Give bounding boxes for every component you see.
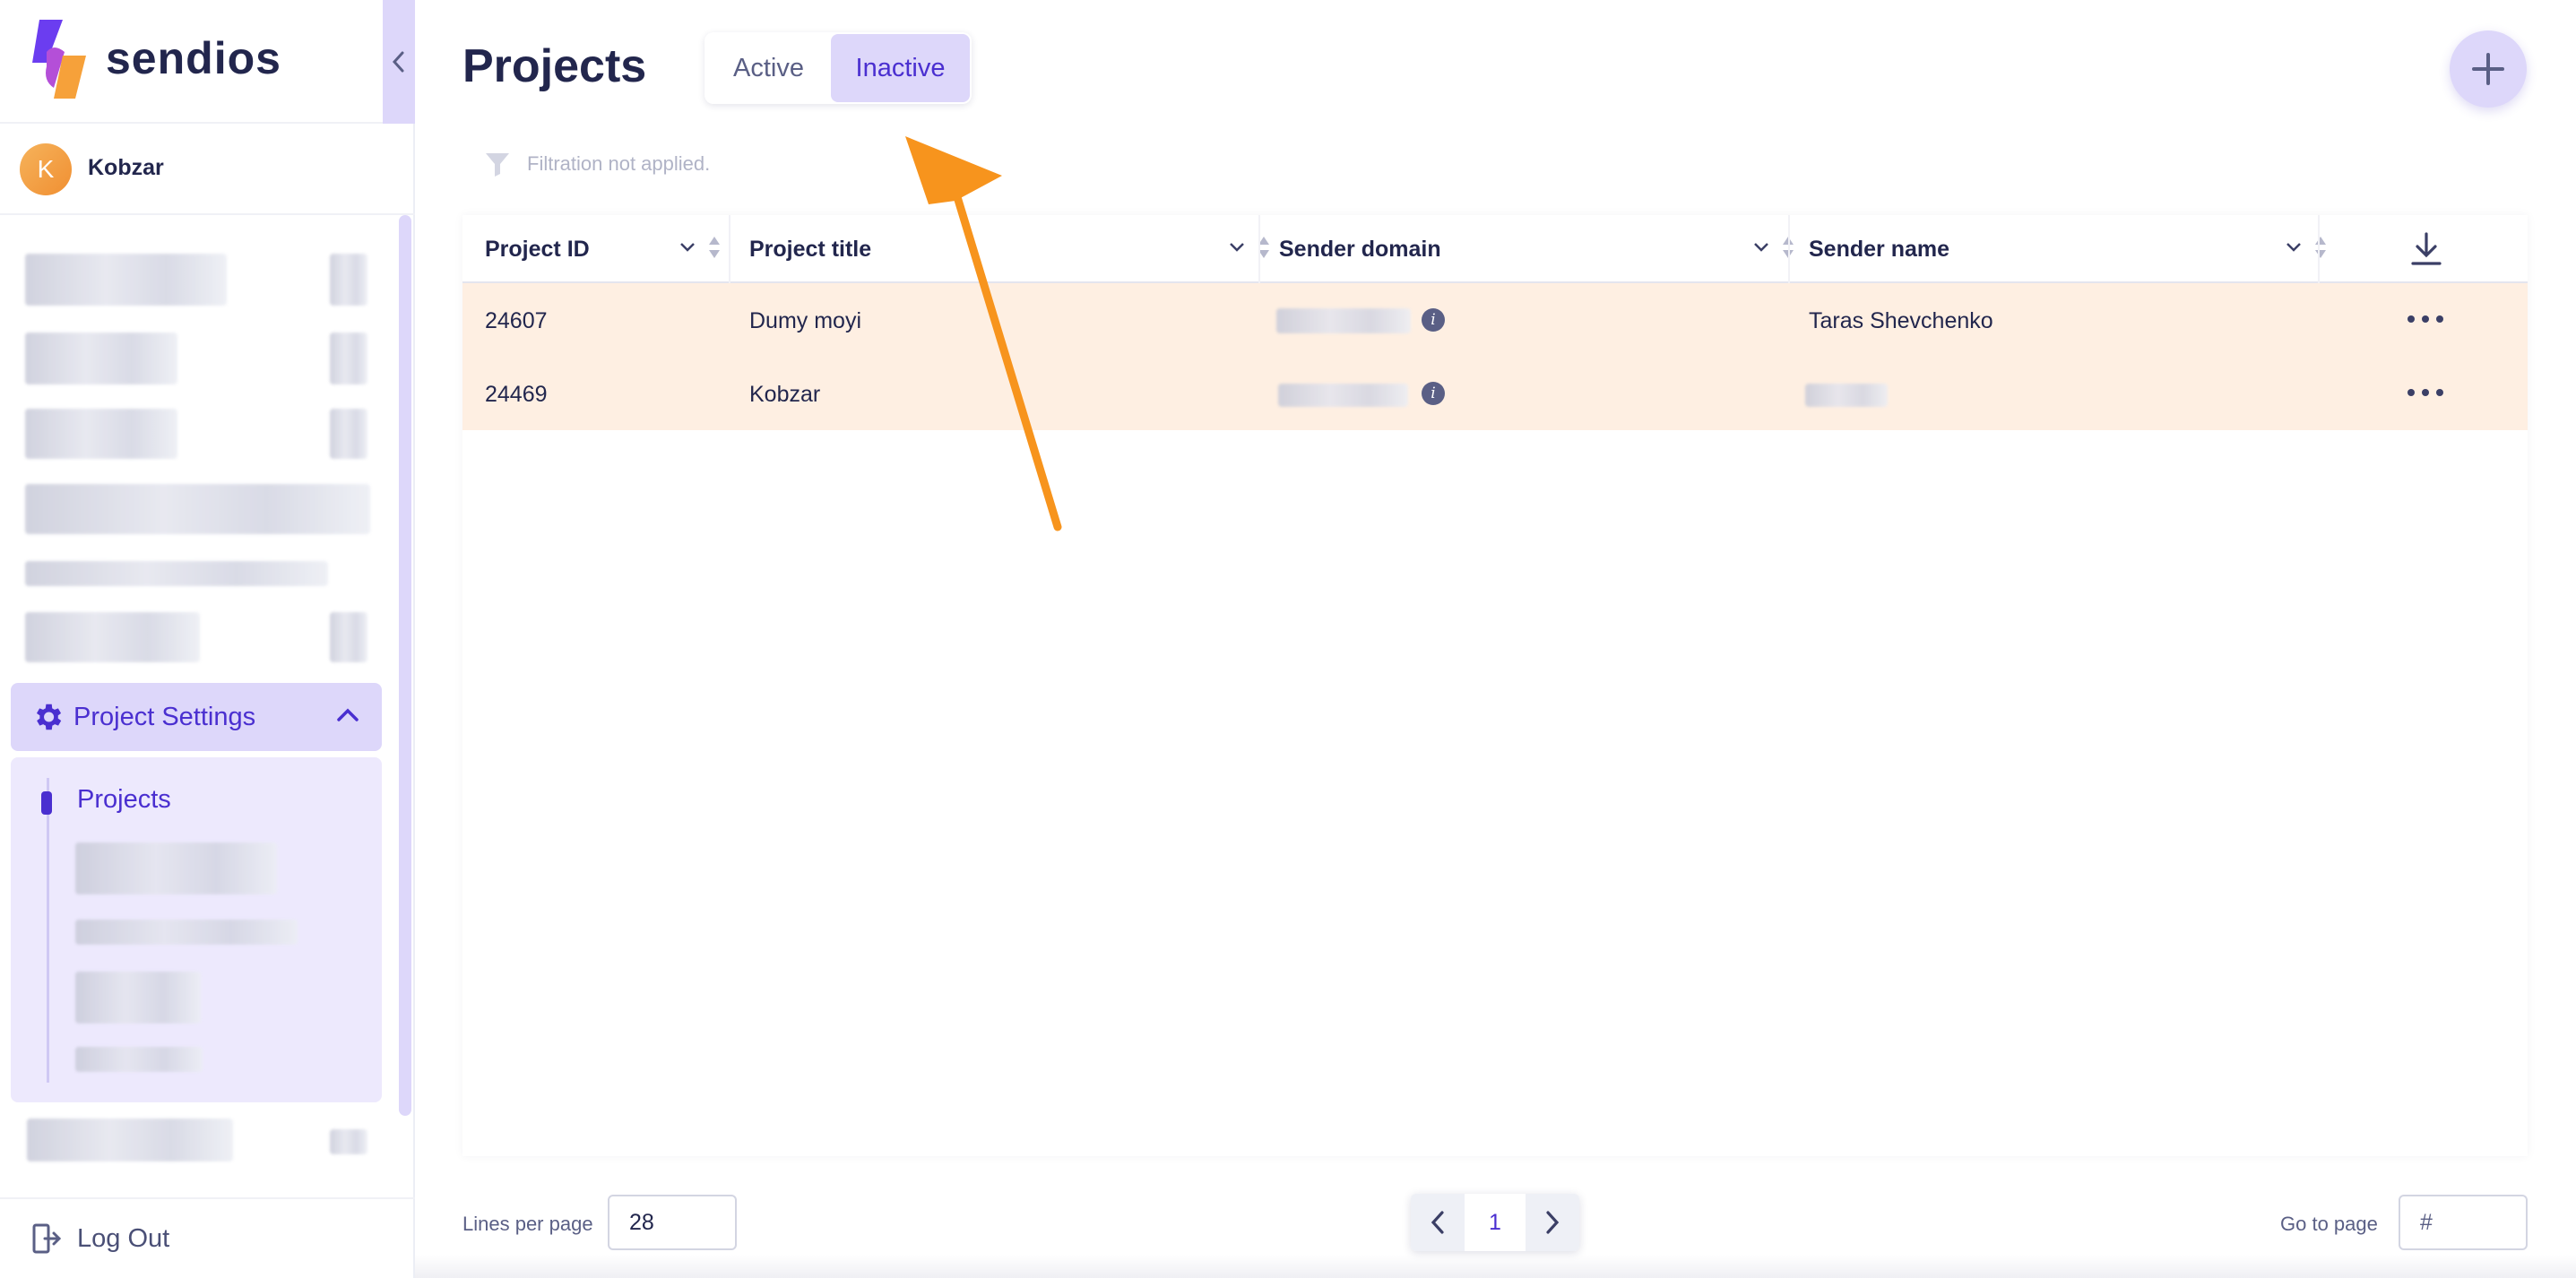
chevron-left-icon	[392, 51, 404, 73]
logout-button[interactable]: Log Out	[0, 1197, 415, 1278]
filter-status[interactable]: Filtration not applied.	[484, 151, 710, 177]
column-header-sender-name[interactable]: Sender name	[1809, 215, 2335, 283]
info-icon[interactable]: i	[1422, 382, 1445, 405]
logout-label: Log Out	[77, 1223, 170, 1253]
download-icon[interactable]	[2409, 231, 2443, 267]
sort-icon[interactable]	[2313, 235, 2328, 260]
lines-per-page-input[interactable]: 28	[608, 1195, 737, 1250]
brand-name: sendios	[106, 33, 281, 83]
sidebar-item-blurred[interactable]	[25, 409, 177, 459]
filter-icon	[486, 153, 509, 177]
cell-project-title: Kobzar	[749, 382, 821, 407]
chevron-down-icon[interactable]	[1228, 241, 1246, 254]
tab-active[interactable]: Active	[706, 34, 831, 102]
submenu-item-blurred[interactable]	[75, 920, 298, 945]
page-number[interactable]: 1	[1465, 1210, 1526, 1236]
sidebar-item-blurred[interactable]	[330, 612, 367, 662]
sidebar-scrollbar[interactable]	[399, 215, 411, 1116]
submenu-item-blurred[interactable]	[75, 971, 201, 1023]
submenu-item-blurred[interactable]	[75, 842, 277, 894]
sendios-logo-icon	[32, 20, 86, 99]
column-header-project-title[interactable]: Project title	[749, 215, 1278, 283]
chevron-down-icon[interactable]	[679, 241, 696, 254]
chevron-left-icon	[1431, 1211, 1444, 1234]
sidebar-item-blurred[interactable]	[330, 332, 367, 384]
pagination: 1	[1411, 1194, 1579, 1251]
cell-project-title: Dumy moyi	[749, 308, 862, 333]
cell-project-id: 24607	[485, 308, 548, 333]
projects-table: Project ID Project title Sender domain S…	[462, 215, 2528, 1156]
sidebar-item-blurred[interactable]	[25, 254, 227, 306]
submenu-tree-line	[47, 778, 49, 1083]
gear-icon	[36, 704, 62, 730]
sidebar-section-label: Project Settings	[73, 702, 256, 731]
next-page-button[interactable]	[1526, 1194, 1579, 1251]
info-icon[interactable]: i	[1422, 308, 1445, 332]
column-header-label: Sender name	[1809, 236, 1950, 262]
column-header-label: Project ID	[485, 236, 590, 262]
cell-sender-domain-blurred	[1278, 384, 1408, 407]
sidebar-item-blurred[interactable]	[25, 332, 177, 384]
table-header: Project ID Project title Sender domain S…	[462, 215, 2528, 283]
logout-icon	[32, 1223, 61, 1254]
avatar[interactable]: K	[20, 143, 72, 195]
table-row[interactable]: 24607 Dumy moyi i Taras Shevchenko	[462, 283, 2528, 357]
plus-icon	[2472, 53, 2504, 85]
logo-area: sendios	[0, 0, 415, 124]
row-actions-button[interactable]	[2407, 310, 2443, 328]
active-item-marker	[41, 791, 52, 815]
sidebar: sendios K Kobzar Project Settings Projec…	[0, 0, 415, 1278]
sidebar-item-blurred[interactable]	[330, 1129, 367, 1154]
sidebar-item-blurred[interactable]	[330, 409, 367, 459]
sidebar-item-blurred[interactable]	[25, 561, 328, 586]
sidebar-item-blurred[interactable]	[27, 1118, 233, 1161]
lines-per-page-label: Lines per page	[462, 1213, 593, 1235]
sidebar-item-blurred[interactable]	[25, 612, 200, 662]
column-header-label: Project title	[749, 236, 872, 262]
chevron-down-icon[interactable]	[2285, 241, 2303, 254]
status-tabs: Active Inactive	[705, 32, 972, 104]
go-to-page-input[interactable]: #	[2399, 1195, 2528, 1250]
column-header-sender-domain[interactable]: Sender domain	[1279, 215, 1802, 283]
tab-inactive[interactable]: Inactive	[831, 34, 970, 102]
sidebar-item-blurred[interactable]	[330, 254, 367, 306]
chevron-down-icon[interactable]	[1752, 241, 1770, 254]
column-header-label: Sender domain	[1279, 236, 1441, 262]
sidebar-item-projects[interactable]: Projects	[77, 785, 171, 815]
collapse-sidebar-button[interactable]	[383, 0, 415, 124]
chevron-up-icon[interactable]	[333, 701, 362, 730]
cell-project-id: 24469	[485, 382, 548, 407]
filter-status-text: Filtration not applied.	[527, 152, 711, 175]
sidebar-item-blurred[interactable]	[25, 484, 370, 534]
table-row[interactable]: 24469 Kobzar i	[462, 357, 2528, 430]
column-header-project-id[interactable]: Project ID	[485, 215, 729, 283]
cell-sender-name: Taras Shevchenko	[1809, 308, 1993, 333]
submenu-item-blurred[interactable]	[75, 1047, 203, 1072]
cell-sender-name-blurred	[1805, 384, 1888, 407]
row-actions-button[interactable]	[2407, 384, 2443, 402]
sidebar-section-project-settings[interactable]: Project Settings	[11, 683, 382, 751]
add-project-button[interactable]	[2450, 30, 2527, 108]
user-name: Kobzar	[88, 155, 164, 180]
page-title: Projects	[462, 40, 647, 92]
cell-sender-domain-blurred	[1276, 308, 1411, 333]
sort-icon[interactable]	[707, 235, 722, 260]
bottom-shadow	[415, 1255, 2576, 1278]
go-to-page-label: Go to page	[2280, 1213, 2378, 1235]
chevron-right-icon	[1546, 1211, 1560, 1234]
prev-page-button[interactable]	[1411, 1194, 1465, 1251]
